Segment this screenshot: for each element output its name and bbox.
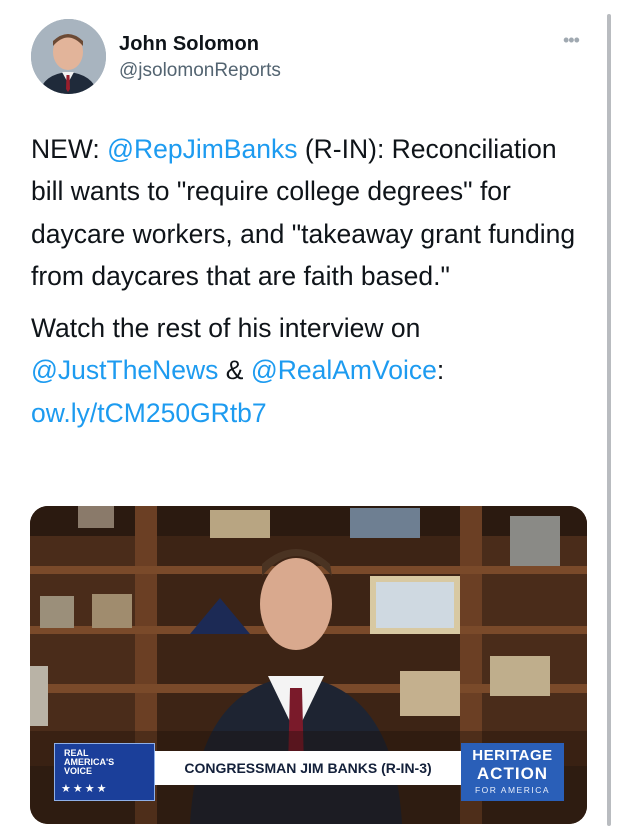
video-thumbnail[interactable]: REAL AMERICA'S VOICE ★★★★ CONGRESSMAN JI… [30,506,587,824]
url-link[interactable]: ow.ly/tCM250GRtb7 [31,398,267,428]
author-display-name[interactable]: John Solomon [119,33,259,56]
mention-link[interactable]: @RealAmVoice [251,355,437,385]
video-lower-third: REAL AMERICA'S VOICE ★★★★ CONGRESSMAN JI… [54,743,564,801]
tweet-text-fragment: & [218,355,251,386]
heritage-action-logo: HERITAGE ACTION FOR AMERICA [461,743,564,801]
ellipsis-icon[interactable]: ••• [563,30,580,51]
tweet-lead: Watch the rest of his interview on [31,313,421,344]
brand-text: REAL AMERICA'S VOICE [64,748,115,776]
person-portrait-icon [31,19,106,94]
heritage-line: FOR AMERICA [474,785,551,795]
author-handle[interactable]: @jsolomonReports [119,60,281,82]
brand-stars: ★★★★ [61,783,109,795]
heritage-line: HERITAGE [472,747,553,764]
avatar[interactable] [31,19,106,94]
tweet-lead: NEW: [31,134,108,164]
tweet-paragraph: NEW: @RepJimBanks (R-IN): Reconciliation… [31,128,591,297]
mention-link[interactable]: @RepJimBanks [107,134,297,164]
tweet-text-fragment: : [436,355,445,386]
scrollbar[interactable] [607,14,611,826]
tweet-paragraph: Watch the rest of his interview on @Just… [31,307,591,434]
tweet-text: NEW: @RepJimBanks (R-IN): Reconciliation… [31,128,591,434]
real-americas-voice-logo: REAL AMERICA'S VOICE ★★★★ [54,743,155,801]
heritage-line: ACTION [476,764,549,783]
mention-link[interactable]: @JustTheNews [31,355,218,385]
chyron-name: CONGRESSMAN JIM BANKS (R-IN-3) [155,751,461,785]
